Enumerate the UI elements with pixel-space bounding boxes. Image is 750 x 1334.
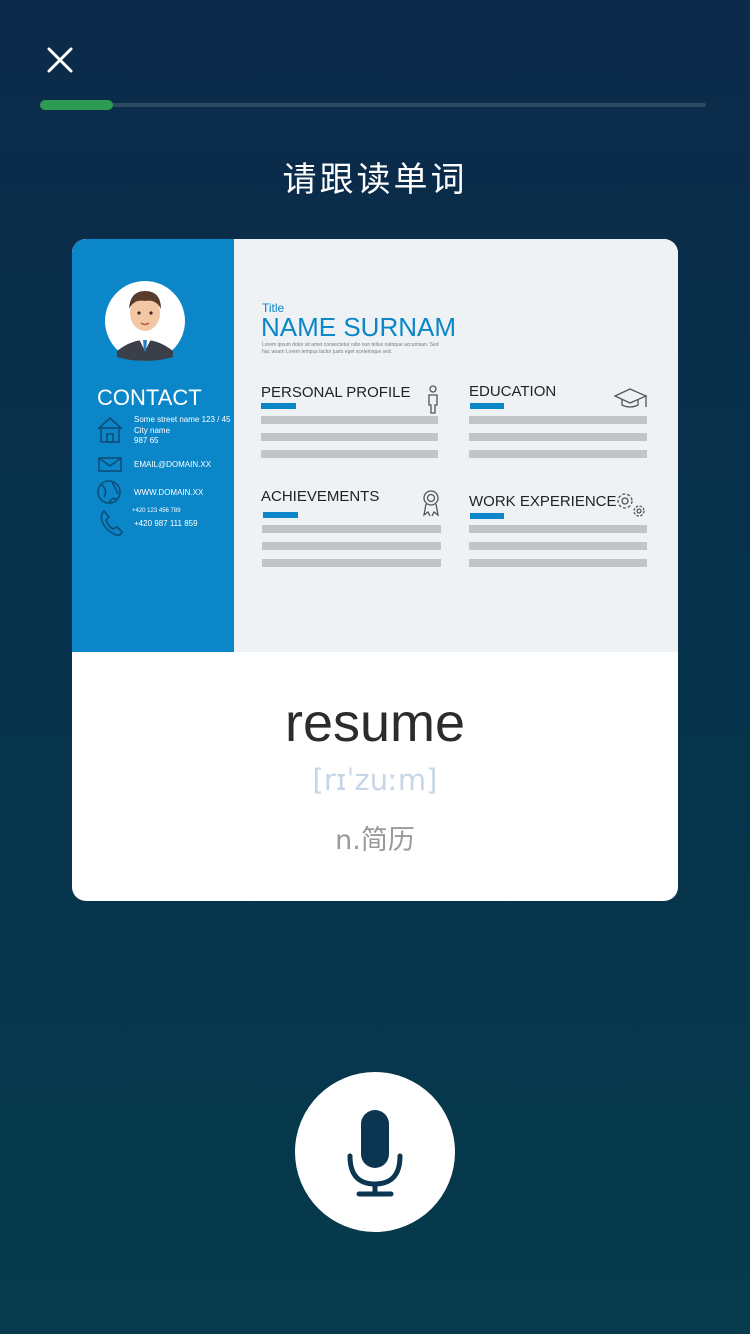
word-meaning: n.简历 [335,825,415,856]
section-profile-heading: PERSONAL PROFILE [261,384,411,401]
resume-lorem: Lorem ipsum dolor sit amet consectetur o… [262,342,439,348]
prompt-title: 请跟读单词 [282,160,468,200]
resume-illustration: CONTACT Some street name 123 / 45 City n… [72,239,678,652]
word-card: CONTACT Some street name 123 / 45 City n… [72,239,678,901]
address-line: Some street name 123 / 45 [134,415,231,424]
close-button[interactable] [40,40,80,80]
address-line: City name [134,426,171,435]
close-icon [47,47,73,73]
word-info: resume [rɪˈzuːm] n.简历 [72,652,678,901]
address-line: 987 65 [134,436,159,445]
contact-heading: CONTACT [97,385,202,410]
vocabulary-word: resume [284,693,466,753]
website-text: WWW.DOMAIN.XX [134,488,204,497]
section-achievements-heading: ACHIEVEMENTS [261,488,379,505]
phonetic-transcription: [rɪˈzuːm] [312,763,438,797]
phone-text: +420 987 111 859 [134,519,198,528]
resume-lorem: hac wsam Lorem tempus lactor justo eget … [262,349,392,355]
microphone-icon [347,1110,403,1197]
progress-bar [40,100,706,110]
email-text: EMAIL@DOMAIN.XX [134,460,212,469]
phone-text: +420 123 456 789 [132,508,181,514]
avatar [105,281,185,361]
resume-name: NAME SURNAM [261,312,456,342]
section-education-heading: EDUCATION [469,383,556,400]
section-work-heading: WORK EXPERIENCE [469,493,617,510]
record-button[interactable] [295,1072,455,1232]
progress-bar-fill [40,100,114,110]
